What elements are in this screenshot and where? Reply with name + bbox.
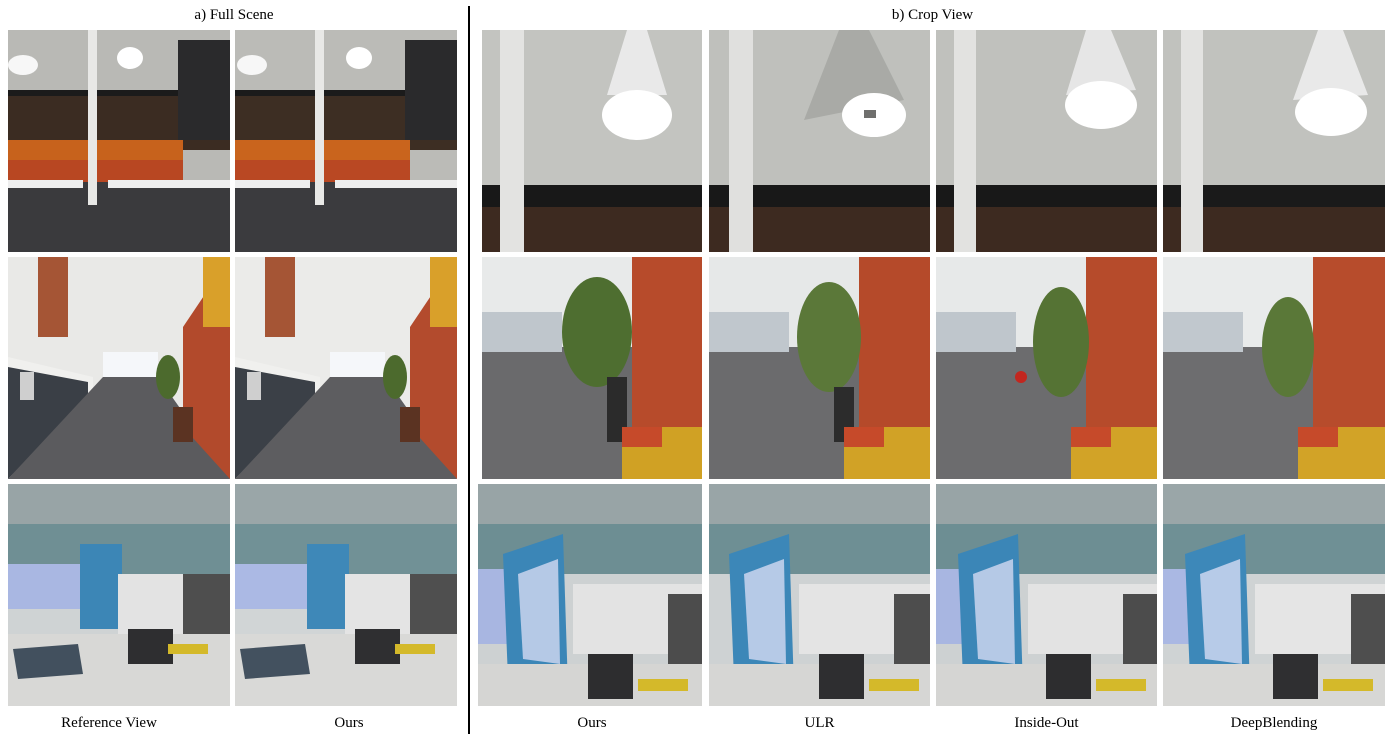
crop-view-title: b) Crop View [891,7,974,23]
full-scene-row2-reference [8,257,230,479]
caption-ours-left: Ours [334,715,364,731]
crop-row2-ulr [709,257,930,479]
crop-row3-inside-out [936,484,1157,706]
caption-inside-out: Inside-Out [1014,715,1079,731]
crop-row1-inside-out [936,30,1157,252]
full-scene-row3-reference [8,484,230,706]
caption-deepblending: DeepBlending [1230,715,1318,731]
crop-row1-deepblending [1163,30,1385,252]
crop-row2-ours [482,257,702,479]
section-divider [468,6,470,734]
crop-row2-deepblending [1163,257,1385,479]
crop-row1-ours [482,30,702,252]
crop-row3-deepblending [1163,484,1385,706]
caption-ours-right: Ours [577,715,607,731]
full-scene-row3-ours [235,484,457,706]
full-scene-row2-ours [235,257,457,479]
crop-row3-ours [478,484,702,706]
full-scene-row1-reference [8,30,230,252]
crop-row3-ulr [709,484,930,706]
full-scene-row1-ours [235,30,457,252]
caption-ulr: ULR [804,715,835,731]
caption-reference-view: Reference View [61,715,157,731]
crop-row1-ulr [709,30,930,252]
full-scene-title: a) Full Scene [194,7,274,23]
crop-row2-inside-out [936,257,1157,479]
